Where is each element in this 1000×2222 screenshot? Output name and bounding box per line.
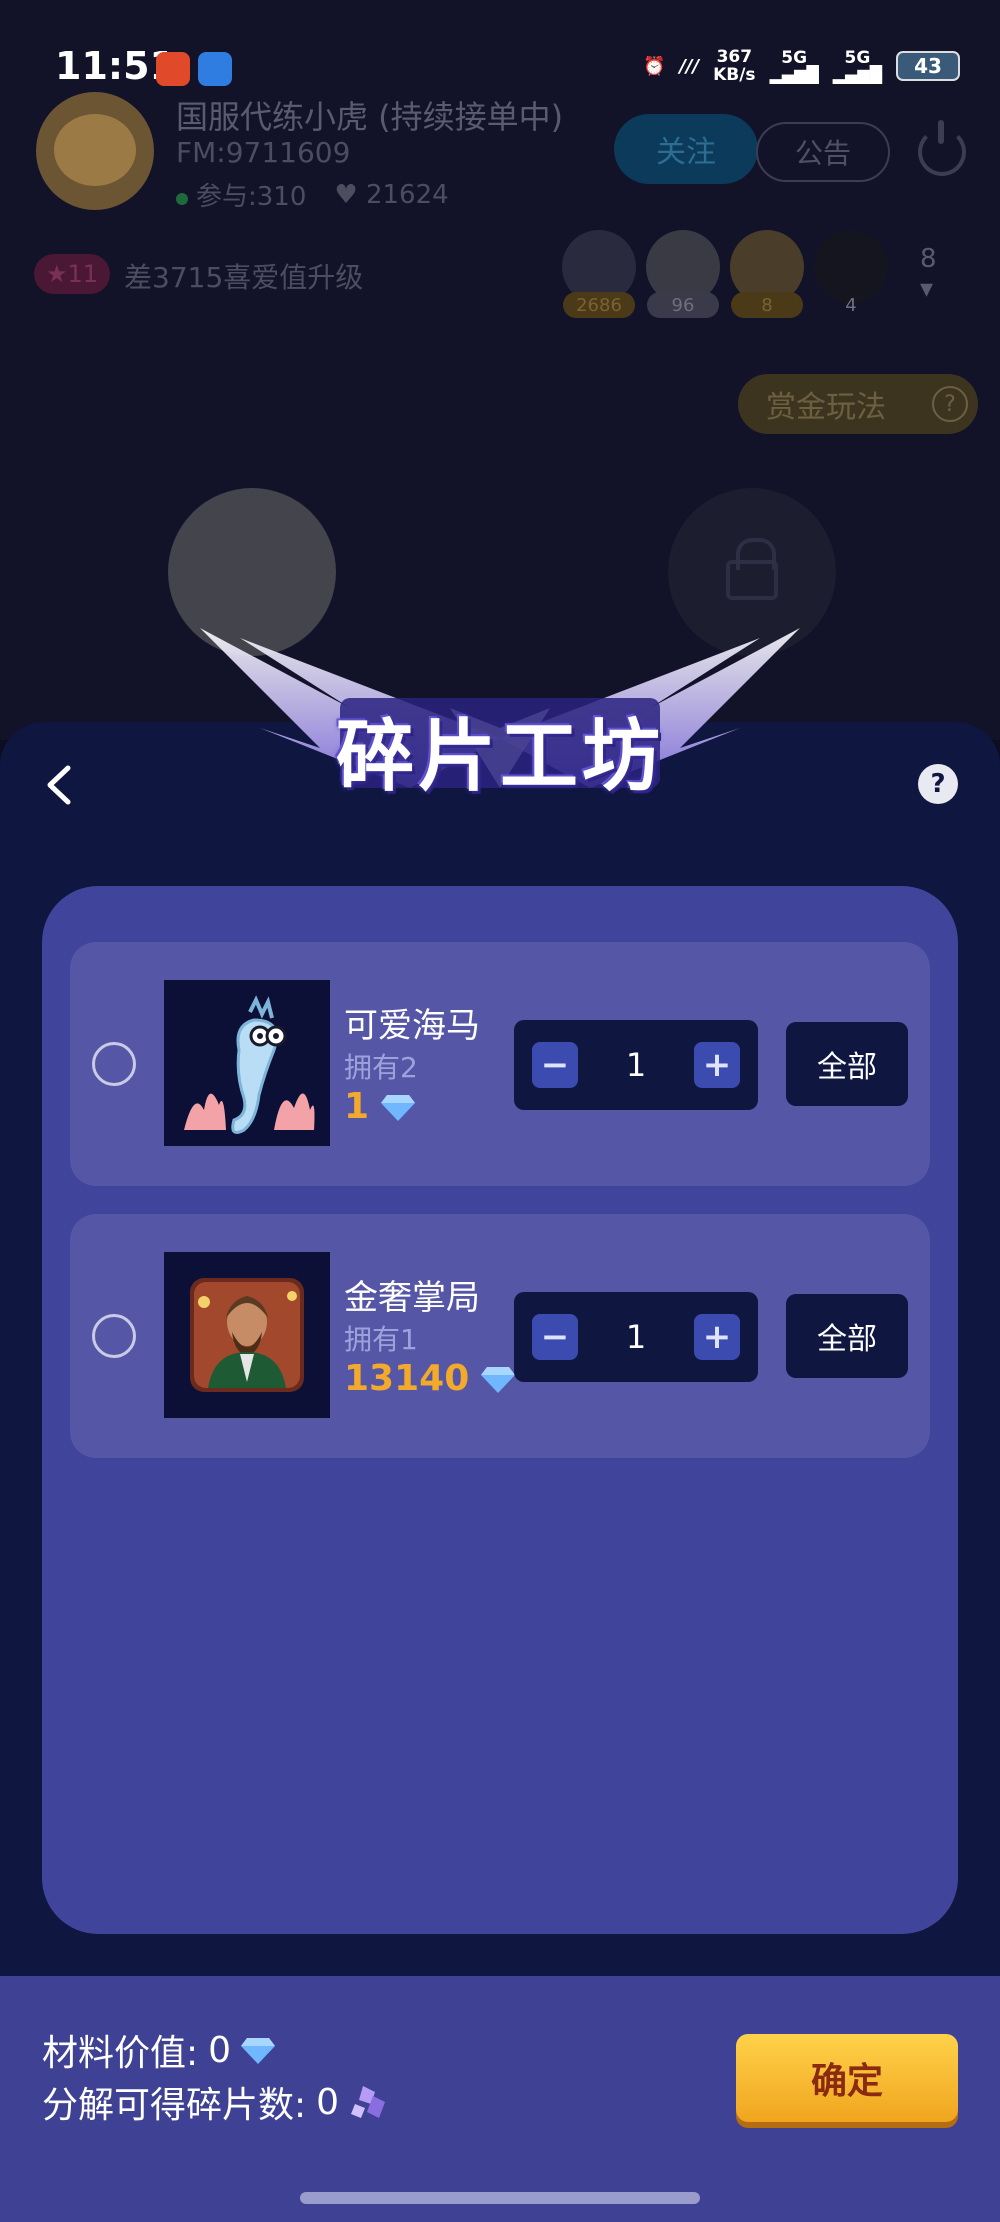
item-owned: 拥有1	[344, 1323, 418, 1356]
decrement-button[interactable]: −	[532, 1042, 578, 1088]
participants-count: 参与:310	[176, 176, 306, 213]
net-speed: 367 KB/s	[713, 48, 755, 84]
diamond-icon	[241, 2038, 276, 2064]
participants-text: 参与:310	[196, 182, 307, 212]
item-name: 可爱海马	[344, 1006, 480, 1046]
quantity-stepper: − 1 +	[514, 1020, 758, 1110]
fragments-label: 分解可得碎片数:	[42, 2085, 307, 2126]
diamond-icon	[481, 1366, 516, 1393]
heart-icon: ♥	[334, 179, 366, 210]
increment-button[interactable]: +	[694, 1042, 740, 1088]
fragment-item: 可爱海马 拥有2 1 − 1 + 全部	[70, 942, 930, 1186]
item-price: 1	[344, 1086, 416, 1127]
likes-text: 21624	[365, 179, 449, 210]
decrement-button[interactable]: −	[532, 1314, 578, 1360]
item-price: 13140	[344, 1358, 516, 1399]
quantity-value[interactable]: 1	[584, 1314, 688, 1360]
quantity-stepper: − 1 +	[514, 1292, 758, 1382]
more-count-text: 8	[920, 244, 937, 274]
help-icon[interactable]: ?	[918, 764, 958, 804]
item-price-value: 1	[344, 1086, 370, 1127]
select-radio[interactable]	[92, 1042, 136, 1086]
audience-more-count[interactable]: 8 ▾	[920, 244, 937, 304]
audience-count-tag: 8	[731, 292, 803, 318]
confirm-button[interactable]: 确定	[736, 2034, 958, 2122]
item-price-value: 13140	[344, 1358, 470, 1399]
likes-count: ♥ 21624	[334, 180, 448, 210]
audience-count-tag: 96	[647, 292, 719, 318]
status-indicators: ⏰ /// 367 KB/s 5G ▂▄▆█ 5G ▂▄▆█ 43	[643, 48, 960, 84]
host-stats: 参与:310 ♥ 21624	[176, 176, 449, 213]
net-speed-value: 367	[716, 47, 753, 67]
select-all-button[interactable]: 全部	[786, 1294, 908, 1378]
select-all-button[interactable]: 全部	[786, 1022, 908, 1106]
host-name: 国服代练小虎 (持续接单中)	[176, 98, 564, 136]
chevron-down-icon: ▾	[920, 274, 934, 304]
net-speed-unit: KB/s	[713, 65, 756, 85]
level-progress-text: 差3715喜爱值升级	[124, 261, 364, 294]
follow-button[interactable]: 关注	[614, 114, 758, 184]
fragment-item: 金奢掌局 拥有1 13140 − 1 + 全部	[70, 1214, 930, 1458]
nfc-icon: ///	[679, 55, 700, 77]
signal-bars-icon: ▂▄▆█	[769, 65, 819, 84]
item-name: 金奢掌局	[344, 1278, 480, 1318]
home-indicator[interactable]	[300, 2192, 700, 2204]
signal-sim1: 5G ▂▄▆█	[770, 49, 819, 83]
workshop-title: 碎片工坊	[335, 712, 664, 802]
app-notification-icon-2	[198, 52, 232, 86]
fragment-crystal-icon	[351, 2086, 386, 2118]
quantity-value[interactable]: 1	[584, 1042, 688, 1088]
diamond-icon	[381, 1094, 416, 1121]
notice-button[interactable]: 公告	[756, 122, 890, 182]
material-value-row: 材料价值: 0	[42, 2024, 276, 2076]
bounty-button[interactable]: 赏金玩法 ?	[738, 374, 978, 434]
bounty-label: 赏金玩法	[766, 390, 886, 425]
increment-button[interactable]: +	[694, 1314, 740, 1360]
material-value-label: 材料价值:	[42, 2033, 199, 2074]
app-notification-icon	[156, 52, 190, 86]
level-badge: ★ 11	[34, 254, 110, 294]
level-number: 11	[67, 260, 99, 288]
signal-sim2: 5G ▂▄▆█	[833, 49, 882, 83]
online-dot-icon	[176, 193, 188, 205]
select-radio[interactable]	[92, 1314, 136, 1358]
back-arrow-icon[interactable]	[40, 760, 80, 810]
power-icon[interactable]	[918, 120, 966, 176]
signal-bars-icon-2: ▂▄▆█	[832, 65, 882, 84]
item-owned: 拥有2	[344, 1051, 418, 1084]
alarm-icon: ⏰	[642, 55, 666, 77]
fragments-value: 0	[316, 2081, 340, 2123]
audience-count-tag: 4	[845, 294, 857, 316]
seahorse-image	[164, 980, 330, 1146]
material-value: 0	[208, 2029, 232, 2071]
audience-count-tag: 2686	[563, 292, 635, 318]
battery-icon: 43	[896, 51, 960, 81]
gentleman-image	[164, 1252, 330, 1418]
question-icon: ?	[932, 386, 968, 422]
fragments-row: 分解可得碎片数: 0	[42, 2076, 389, 2128]
host-avatar[interactable]	[36, 92, 154, 210]
host-fm-id: FM:9711609	[176, 136, 351, 169]
